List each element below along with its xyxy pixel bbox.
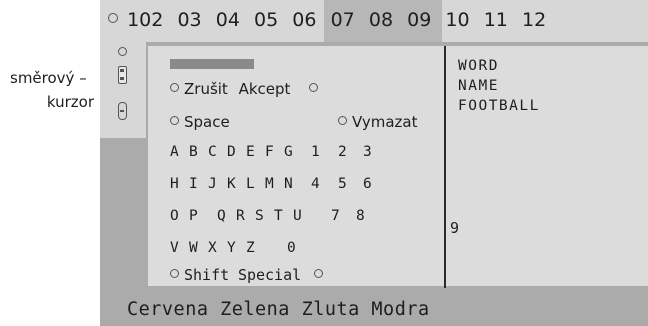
key[interactable]: P [189,208,198,224]
key[interactable]: V [170,240,179,256]
text-input-bar[interactable] [170,59,254,69]
key[interactable]: C [208,144,217,160]
page-number[interactable]: 05 [254,9,278,31]
page-number[interactable]: 11 [484,9,508,31]
circle-icon [118,47,127,56]
keyboard-row-2: H I J K L M N 4 5 6 [170,176,450,200]
bullet-icon [338,116,347,125]
page-number[interactable]: 07 [331,9,355,31]
space-button[interactable]: Space [184,113,230,131]
suggestions-panel: WORD NAME FOOTBALL 9 [444,46,648,286]
left-icon-strip [100,42,146,138]
key[interactable]: 9 [450,219,459,237]
key[interactable]: S [255,208,264,224]
key[interactable]: D [227,144,236,160]
blue-key-label[interactable]: Modra [371,299,429,320]
bullet-icon [170,116,179,125]
key[interactable]: 4 [311,176,320,192]
yellow-key-label[interactable]: Zluta [302,299,360,320]
page-number[interactable]: 03 [177,9,201,31]
key[interactable]: O [170,208,179,224]
note-line-1: směrový – [10,69,87,87]
battery-icon [118,102,127,120]
key[interactable]: A [170,144,179,160]
key[interactable]: L [246,176,255,192]
bullet-icon [313,269,323,278]
key[interactable]: 5 [338,176,347,192]
key[interactable]: 8 [356,208,365,224]
shift-button[interactable]: Shift [184,266,229,284]
key[interactable]: 0 [287,240,296,256]
key[interactable]: 1 [311,144,320,160]
key[interactable]: 7 [331,208,340,224]
key[interactable]: M [265,176,274,192]
key[interactable]: F [265,144,274,160]
bullet-icon [170,269,179,278]
page-number[interactable]: 10 [445,9,469,31]
page-bullet-icon [108,13,118,23]
bullet-icon [170,83,179,92]
key[interactable]: X [208,240,217,256]
key[interactable]: E [246,144,255,160]
key[interactable]: 2 [338,144,347,160]
page-number[interactable]: 12 [522,9,546,31]
page-number[interactable]: 06 [292,9,316,31]
bullet-icon [309,83,319,92]
key[interactable]: G [284,144,293,160]
action-row-3: Shift Special [170,266,323,284]
key[interactable]: W [189,240,198,256]
keyboard-row-1: A B C D E F G 1 2 3 [170,144,450,168]
key[interactable]: J [208,176,217,192]
panel-divider [444,46,446,288]
keyboard-row-4: V W X Y Z 0 [170,240,450,264]
key[interactable]: R [236,208,245,224]
color-keys-bar: Cervena Zelena Zluta Modra [127,299,430,320]
accept-button[interactable]: Akcept [239,80,291,98]
directional-cursor-note: směrový – kurzor [4,66,100,114]
action-row-1: Zrušit Akcept [170,80,319,98]
word-item[interactable]: NAME [458,76,540,96]
word-item[interactable]: FOOTBALL [458,96,540,116]
special-button[interactable]: Special [238,266,301,284]
key[interactable]: 3 [363,144,372,160]
cancel-button[interactable]: Zrušit [184,80,228,98]
note-line-2: kurzor [46,93,94,111]
key[interactable]: Q [217,208,226,224]
keyboard-row-3: O P Q R S T U 7 8 [170,208,450,232]
key[interactable]: K [227,176,236,192]
red-key-label[interactable]: Cervena [127,299,208,320]
key[interactable]: U [293,208,302,224]
key[interactable]: Z [246,240,255,256]
action-row-2: Space Vymazat [170,113,444,131]
page-number[interactable]: 102 [127,9,163,31]
word-item[interactable]: WORD [458,56,540,76]
green-key-label[interactable]: Zelena [220,299,290,320]
directional-cursor-icon [118,66,127,84]
page-number[interactable]: 08 [369,9,393,31]
key[interactable]: T [274,208,283,224]
key[interactable]: H [170,176,179,192]
page-number[interactable]: 09 [407,9,431,31]
keyboard-panel: Zrušit Akcept Space Vymazat A B C D E F … [148,46,444,286]
key[interactable]: 6 [363,176,372,192]
key[interactable]: N [284,176,293,192]
page-numbers: 102 03 04 05 06 07 08 09 10 11 12 [108,9,555,35]
key[interactable]: I [189,176,198,192]
word-list: WORD NAME FOOTBALL [458,56,540,116]
page-number[interactable]: 04 [216,9,240,31]
key[interactable]: B [189,144,198,160]
key[interactable]: Y [227,240,236,256]
tv-screen: 102 03 04 05 06 07 08 09 10 11 12 Zrušit… [100,0,648,326]
delete-button[interactable]: Vymazat [352,113,418,131]
